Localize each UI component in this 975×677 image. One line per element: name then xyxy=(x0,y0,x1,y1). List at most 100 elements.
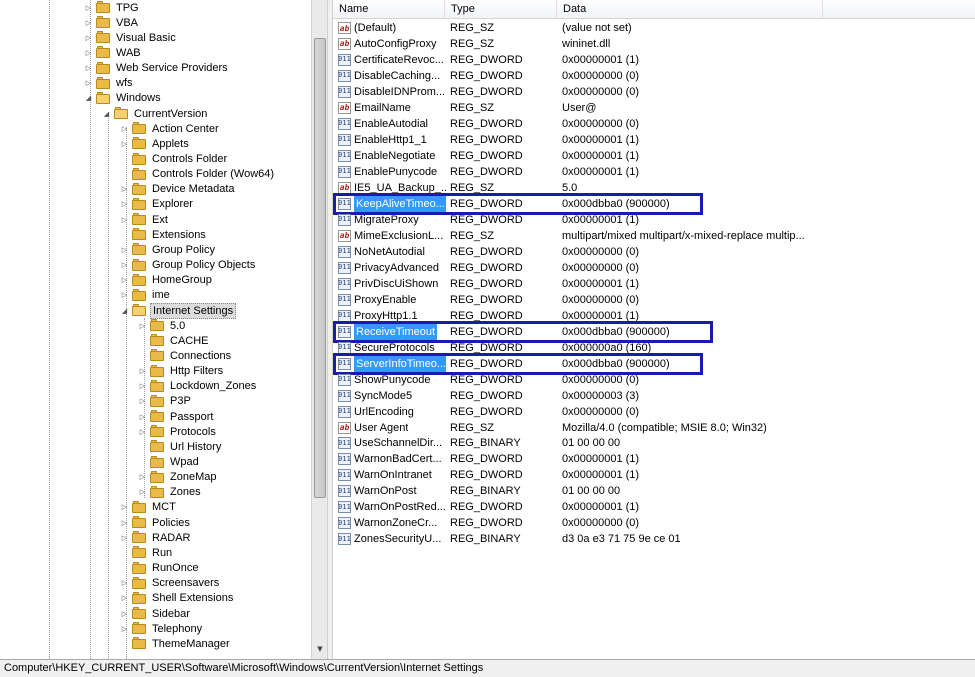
value-row[interactable]: ab MimeExclusionL... REG_SZ multipart/mixed… xyxy=(333,228,975,244)
registry-values-list[interactable]: Name Type Data ab (Default) REG_SZ (value n… xyxy=(333,0,975,659)
expand-arrow-icon[interactable]: ▷ xyxy=(120,624,129,633)
tree-item[interactable]: ▷ MCT xyxy=(120,500,178,515)
tree-item[interactable]: ▷ Explorer xyxy=(120,197,195,212)
scroll-down-arrow-icon[interactable]: ▼ xyxy=(312,645,328,657)
expand-arrow-icon[interactable]: ▷ xyxy=(120,609,129,618)
tree-item[interactable]: ▷ Applets xyxy=(120,136,191,151)
expand-arrow-icon[interactable]: ▷ xyxy=(138,321,147,330)
tree-item[interactable]: Connections xyxy=(138,348,233,363)
tree-item[interactable]: ▷ Sidebar xyxy=(120,606,192,621)
value-row[interactable]: 011 WarnonBadCert... REG_DWORD 0x00000001 (… xyxy=(333,451,975,467)
tree-item[interactable]: ThemeManager xyxy=(120,636,232,651)
value-row[interactable]: 011 NoNetAutodial REG_DWORD 0x00000000 (0) xyxy=(333,244,975,260)
expand-arrow-icon[interactable]: ▷ xyxy=(120,215,129,224)
value-row[interactable]: 011 DisableCaching... REG_DWORD 0x00000000 … xyxy=(333,68,975,84)
expand-arrow-icon[interactable]: ▷ xyxy=(120,124,129,133)
tree-item[interactable]: Controls Folder (Wow64) xyxy=(120,167,276,182)
expand-arrow-icon[interactable]: ▷ xyxy=(120,579,129,588)
expand-arrow-icon[interactable]: ▷ xyxy=(138,382,147,391)
expand-arrow-icon[interactable]: ▷ xyxy=(138,488,147,497)
expand-arrow-icon[interactable]: ▷ xyxy=(138,397,147,406)
tree-item[interactable]: CACHE xyxy=(138,333,211,348)
tree-item[interactable]: ▷ Lockdown_Zones xyxy=(138,379,258,394)
tree-item[interactable]: ▷ Passport xyxy=(138,409,215,424)
tree-item[interactable]: ▷ Web Service Providers xyxy=(84,61,230,76)
column-header-data[interactable]: Data xyxy=(557,0,823,19)
tree-item[interactable]: ◢ Internet Settings xyxy=(120,302,237,319)
expand-arrow-icon[interactable]: ▷ xyxy=(120,245,129,254)
tree-item[interactable]: ▷ 5.0 xyxy=(138,318,187,333)
tree-item[interactable]: ▷ ime xyxy=(120,288,172,303)
tree-item[interactable]: ▷ Protocols xyxy=(138,424,218,439)
value-row[interactable]: 011 ShowPunycode REG_DWORD 0x00000000 (0) xyxy=(333,372,975,388)
tree-item[interactable]: ▷ Shell Extensions xyxy=(120,591,235,606)
collapse-arrow-icon[interactable]: ◢ xyxy=(84,94,93,103)
value-row[interactable]: 011 UseSchannelDir... REG_BINARY 01 00 00 0… xyxy=(333,435,975,451)
value-row[interactable]: ab EmailName REG_SZ User@ xyxy=(333,100,975,116)
tree-scrollbar-thumb[interactable] xyxy=(314,38,326,498)
tree-item[interactable]: ▷ ZoneMap xyxy=(138,470,218,485)
value-row[interactable]: ab (Default) REG_SZ (value not set) xyxy=(333,20,975,36)
expand-arrow-icon[interactable]: ▷ xyxy=(84,33,93,42)
value-row[interactable]: 011 UrlEncoding REG_DWORD 0x00000000 (0) xyxy=(333,404,975,420)
value-row[interactable]: ab User Agent REG_SZ Mozilla/4.0 (compatibl… xyxy=(333,420,975,436)
expand-arrow-icon[interactable]: ▷ xyxy=(138,367,147,376)
column-header-type[interactable]: Type xyxy=(445,0,557,19)
value-row[interactable]: 011 WarnOnPost REG_BINARY 01 00 00 00 xyxy=(333,483,975,499)
tree-scrollbar[interactable]: ▼ xyxy=(311,0,327,659)
value-row[interactable]: 011 WarnOnIntranet REG_DWORD 0x00000001 (1) xyxy=(333,467,975,483)
expand-arrow-icon[interactable]: ▷ xyxy=(120,518,129,527)
tree-item[interactable]: Url History xyxy=(138,439,223,454)
expand-arrow-icon[interactable]: ▷ xyxy=(120,594,129,603)
expand-arrow-icon[interactable]: ▷ xyxy=(138,427,147,436)
tree-item[interactable]: ▷ Screensavers xyxy=(120,576,221,591)
expand-arrow-icon[interactable]: ▷ xyxy=(120,261,129,270)
tree-item[interactable]: ▷ WAB xyxy=(84,45,143,60)
tree-item[interactable]: ▷ Http Filters xyxy=(138,364,225,379)
tree-item[interactable]: ▷ HomeGroup xyxy=(120,273,214,288)
value-row[interactable]: 011 PrivacyAdvanced REG_DWORD 0x00000000 (0… xyxy=(333,260,975,276)
tree-item[interactable]: ▷ Group Policy Objects xyxy=(120,258,257,273)
value-row[interactable]: 011 WarnOnPostRed... REG_DWORD 0x00000001 (… xyxy=(333,499,975,515)
expand-arrow-icon[interactable]: ▷ xyxy=(120,276,129,285)
value-row[interactable]: 011 MigrateProxy REG_DWORD 0x00000001 (1) xyxy=(333,212,975,228)
tree-item[interactable]: ▷ VBA xyxy=(84,15,140,30)
tree-item[interactable]: ▷ Telephony xyxy=(120,621,204,636)
expand-arrow-icon[interactable]: ▷ xyxy=(138,473,147,482)
expand-arrow-icon[interactable]: ▷ xyxy=(120,185,129,194)
tree-item[interactable]: ▷ Visual Basic xyxy=(84,30,178,45)
tree-item[interactable]: ▷ Group Policy xyxy=(120,242,217,257)
expand-arrow-icon[interactable]: ▷ xyxy=(120,291,129,300)
value-row[interactable]: 011 ProxyEnable REG_DWORD 0x00000000 (0) xyxy=(333,292,975,308)
expand-arrow-icon[interactable]: ▷ xyxy=(84,79,93,88)
expand-arrow-icon[interactable]: ▷ xyxy=(120,503,129,512)
registry-key-tree[interactable]: ▷ TPG ▷ VBA ▷ Visual Basic ▷ WAB ▷ Web Service Pr… xyxy=(0,0,327,659)
tree-item[interactable]: ▷ Ext xyxy=(120,212,170,227)
tree-item[interactable]: ◢ CurrentVersion xyxy=(102,106,209,121)
expand-arrow-icon[interactable]: ▷ xyxy=(120,200,129,209)
expand-arrow-icon[interactable]: ▷ xyxy=(84,3,93,12)
tree-item[interactable]: RunOnce xyxy=(120,561,200,576)
tree-item[interactable]: ▷ P3P xyxy=(138,394,193,409)
value-row[interactable]: 011 DisableIDNProm... REG_DWORD 0x00000000 … xyxy=(333,84,975,100)
tree-item[interactable]: ▷ RADAR xyxy=(120,530,193,545)
value-row[interactable]: 011 WarnonZoneCr... REG_DWORD 0x00000000 (0… xyxy=(333,515,975,531)
tree-item[interactable]: ▷ Device Metadata xyxy=(120,182,237,197)
expand-arrow-icon[interactable]: ▷ xyxy=(120,139,129,148)
tree-item[interactable]: ▷ Action Center xyxy=(120,121,221,136)
tree-item[interactable]: Controls Folder xyxy=(120,152,229,167)
column-header-name[interactable]: Name xyxy=(333,0,445,19)
tree-item[interactable]: Wpad xyxy=(138,455,201,470)
tree-item[interactable]: ▷ Zones xyxy=(138,485,203,500)
value-row[interactable]: 011 EnableAutodial REG_DWORD 0x00000000 (0) xyxy=(333,116,975,132)
expand-arrow-icon[interactable]: ▷ xyxy=(84,48,93,57)
expand-arrow-icon[interactable]: ▷ xyxy=(138,412,147,421)
tree-item[interactable]: ▷ TPG xyxy=(84,0,141,15)
value-row[interactable]: 011 CertificateRevoc... REG_DWORD 0x0000000… xyxy=(333,52,975,68)
value-row[interactable]: 011 EnablePunycode REG_DWORD 0x00000001 (1) xyxy=(333,164,975,180)
collapse-arrow-icon[interactable]: ◢ xyxy=(120,306,129,315)
tree-item[interactable]: ▷ wfs xyxy=(84,76,135,91)
tree-item[interactable]: Extensions xyxy=(120,227,208,242)
value-row[interactable]: 011 ZonesSecurityU... REG_BINARY d3 0a e3 7… xyxy=(333,531,975,547)
value-row[interactable]: 011 EnableNegotiate REG_DWORD 0x00000001 (1… xyxy=(333,148,975,164)
